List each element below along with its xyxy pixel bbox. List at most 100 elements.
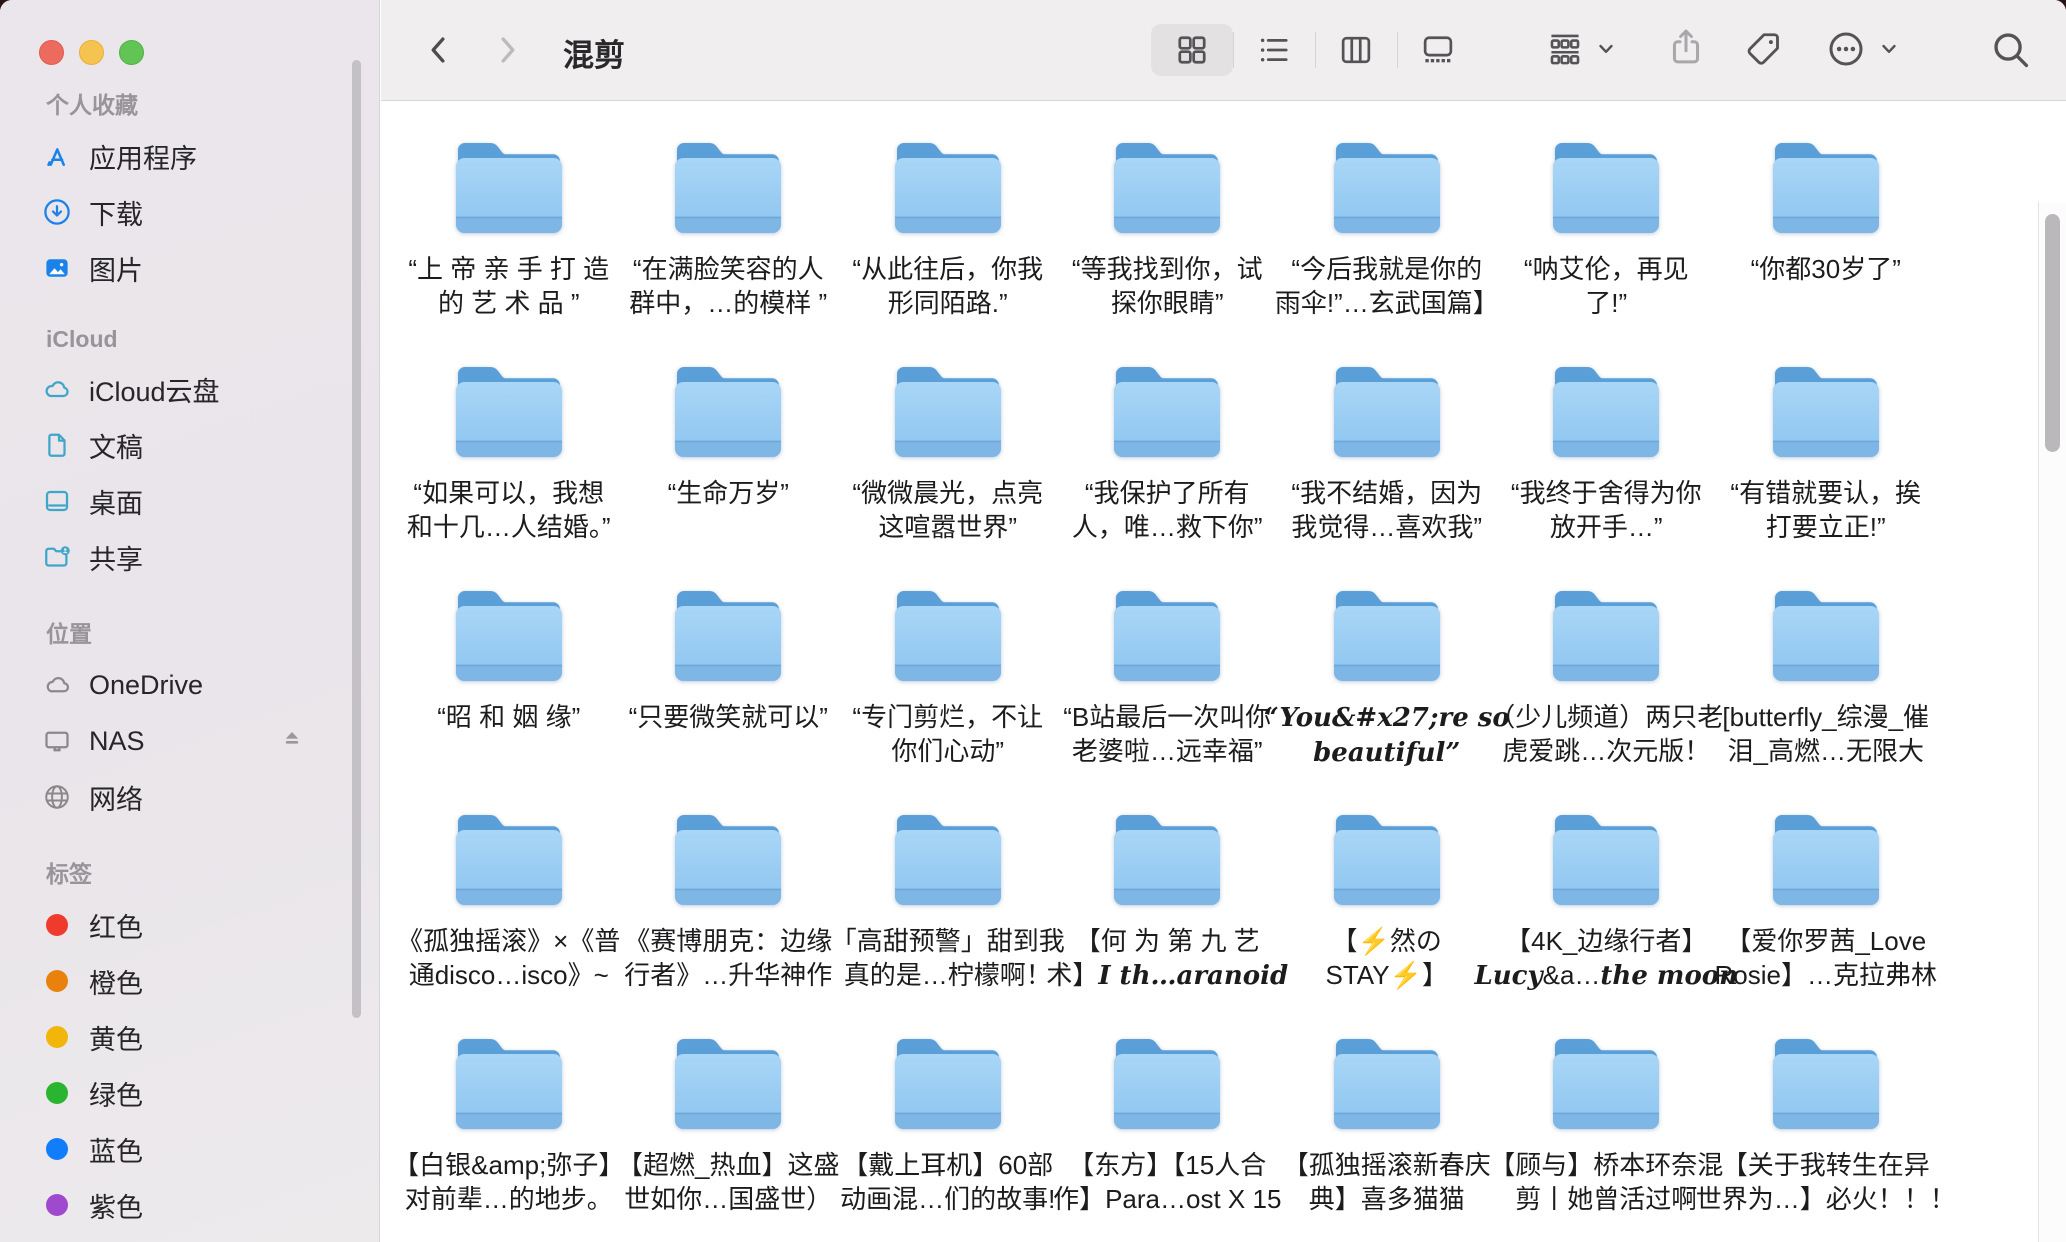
folder-item[interactable]: 【⚡然の STAY⚡】: [1277, 809, 1497, 1033]
folder-item[interactable]: 【爱你罗茜_Love Rosie】…克拉弗林: [1716, 809, 1936, 1033]
folder-item[interactable]: “我保护了所有 人，唯…救下你”: [1058, 361, 1278, 585]
folder-name-label: 《孤独摇滚》×《普 通disco…isco》~: [397, 924, 620, 992]
folder-name-label: 【戴上耳机】60部 动画混…们的故事!: [840, 1148, 1055, 1216]
folder-item[interactable]: “生命万岁”: [619, 361, 839, 585]
search-button[interactable]: [1989, 28, 2033, 77]
back-button[interactable]: [421, 32, 457, 68]
group-icon: [1546, 30, 1584, 73]
sidebar-item-下载[interactable]: 下载: [0, 184, 379, 240]
appstore-icon: [40, 140, 74, 172]
sidebar-item-紫色[interactable]: 紫色: [0, 1177, 379, 1233]
folder-item[interactable]: “我终于舍得为你 放开手…”: [1497, 361, 1717, 585]
share-button[interactable]: [1665, 26, 1707, 73]
sidebar-item-label: 橙色: [89, 962, 143, 1001]
sidebar-item-应用程序[interactable]: 应用程序: [0, 128, 379, 184]
sidebar-item-橙色[interactable]: 橙色: [0, 953, 379, 1009]
sidebar-item-绿色[interactable]: 绿色: [0, 1065, 379, 1121]
sidebar-item-label: 蓝色: [89, 1130, 143, 1169]
group-by-button[interactable]: [1546, 30, 1616, 73]
sidebar-item-iCloud云盘[interactable]: iCloud云盘: [0, 361, 379, 417]
folder-item[interactable]: “在满脸笑容的人 群中，…的模样 ”: [619, 137, 839, 361]
folder-item[interactable]: 【顾与】桥本环奈混 剪丨她曾活过啊: [1497, 1033, 1717, 1242]
view-gallery-button[interactable]: [1397, 24, 1479, 76]
chevron-down-icon: [1879, 39, 1899, 64]
folder-icon: [1109, 809, 1225, 909]
folder-item[interactable]: “微微晨光，点亮 这喧嚣世界”: [838, 361, 1058, 585]
folder-item[interactable]: 《赛博朋克：边缘 行者》…升华神作: [619, 809, 839, 1033]
folder-item[interactable]: “有错就要认，挨 打要立正!”: [1716, 361, 1936, 585]
folder-icon: [1768, 361, 1884, 461]
folder-icon: [1329, 1033, 1445, 1133]
document-icon: [40, 429, 74, 461]
view-columns-button[interactable]: [1315, 24, 1397, 76]
sidebar-item-黄色[interactable]: 黄色: [0, 1009, 379, 1065]
sidebar-item-label: OneDrive: [89, 670, 203, 701]
folder-item[interactable]: “上 帝 亲 手 打 造 的 艺 术 品 ”: [399, 137, 619, 361]
folder-name-label: “我不结婚，因为 我觉得…喜欢我”: [1291, 476, 1482, 544]
folder-item[interactable]: “今后我就是你的 雨伞!”…玄武国篇】: [1277, 137, 1497, 361]
scrollbar-thumb[interactable]: [2045, 214, 2060, 452]
folder-item[interactable]: “我不结婚，因为 我觉得…喜欢我”: [1277, 361, 1497, 585]
folder-icon: [1548, 361, 1664, 461]
folder-item[interactable]: （少儿频道）两只老 虎爱跳…次元版！: [1497, 585, 1717, 809]
folder-item[interactable]: 【孤独摇滚新春庆 典】喜多猫猫: [1277, 1033, 1497, 1242]
close-button[interactable]: [39, 40, 64, 65]
folder-item[interactable]: “从此往后，你我 形同陌路.”: [838, 137, 1058, 361]
folder-item[interactable]: “等我找到你，试 探你眼睛”: [1058, 137, 1278, 361]
folder-item[interactable]: “只要微笑就可以”: [619, 585, 839, 809]
folder-icon: [670, 1033, 786, 1133]
folder-icon: [451, 809, 567, 909]
sidebar-item-蓝色[interactable]: 蓝色: [0, 1121, 379, 1177]
folder-name-label: 【超燃_热血】这盛 世如你…国盛世）: [617, 1148, 839, 1216]
vertical-scrollbar[interactable]: [2038, 202, 2066, 1242]
folder-item[interactable]: “You&#x27;re so beautiful”: [1277, 585, 1497, 809]
folder-item[interactable]: “如果可以，我想 和十几…人结婚。”: [399, 361, 619, 585]
minimize-button[interactable]: [79, 40, 104, 65]
folder-name-label: “你都30岁了”: [1751, 252, 1901, 286]
folder-item[interactable]: 【4K_边缘行者】 Lucy&a…the moon: [1497, 809, 1717, 1033]
eject-icon[interactable]: [279, 727, 305, 756]
folder-icon: [890, 585, 1006, 685]
more-actions-button[interactable]: [1825, 28, 1899, 75]
zoom-button[interactable]: [119, 40, 144, 65]
shared-folder-icon: [40, 541, 74, 573]
sidebar-item-label: NAS: [89, 726, 145, 757]
folder-item[interactable]: “B站最后一次叫你 老婆啦…远幸福”: [1058, 585, 1278, 809]
folder-icon: [1768, 809, 1884, 909]
folder-name-label: “今后我就是你的 雨伞!”…玄武国篇】: [1275, 252, 1499, 320]
folder-item[interactable]: 【白银&amp;弥子】 对前辈…的地步。: [399, 1033, 619, 1242]
folder-item[interactable]: 【何 为 第 九 艺 术】I th…aranoid: [1058, 809, 1278, 1033]
folder-item[interactable]: 【戴上耳机】60部 动画混…们的故事!: [838, 1033, 1058, 1242]
folder-item[interactable]: 「高甜预警」甜到我 真的是…柠檬啊！: [838, 809, 1058, 1033]
folder-item[interactable]: “呐艾伦，再见 了!”: [1497, 137, 1717, 361]
folder-item[interactable]: [butterfly_综漫_催 泪_高燃…无限大: [1716, 585, 1936, 809]
sidebar-item-网络[interactable]: 网络: [0, 769, 379, 825]
folder-item[interactable]: “你都30岁了”: [1716, 137, 1936, 361]
folder-name-label: 【顾与】桥本环奈混 剪丨她曾活过啊: [1489, 1148, 1723, 1216]
view-grid-button[interactable]: [1151, 24, 1233, 76]
icloud-icon: [40, 373, 74, 405]
folder-name-label: “生命万岁”: [668, 476, 789, 510]
tags-button[interactable]: [1743, 28, 1785, 75]
window-title: 混剪: [563, 30, 625, 75]
sidebar-item-label: 共享: [89, 538, 143, 577]
sidebar-item-图片[interactable]: 图片: [0, 240, 379, 296]
sidebar-item-红色[interactable]: 红色: [0, 897, 379, 953]
sidebar-item-NAS[interactable]: NAS: [0, 713, 379, 769]
sidebar-section: 标签红色橙色黄色绿色蓝色紫色: [0, 855, 379, 1233]
sidebar-item-label: 桌面: [89, 482, 143, 521]
folder-item[interactable]: 《孤独摇滚》×《普 通disco…isco》~: [399, 809, 619, 1033]
forward-button[interactable]: [489, 32, 525, 68]
folder-item[interactable]: 【超燃_热血】这盛 世如你…国盛世）: [619, 1033, 839, 1242]
sidebar-item-OneDrive[interactable]: OneDrive: [0, 657, 379, 713]
view-list-button[interactable]: [1233, 24, 1315, 76]
folder-icon: [1109, 361, 1225, 461]
folder-item[interactable]: “专门剪烂，不让 你们心动”: [838, 585, 1058, 809]
folder-item[interactable]: 【东方】【15人合 作】Para…ost X 15: [1058, 1033, 1278, 1242]
sidebar-scrollbar-thumb[interactable]: [352, 60, 361, 1018]
folder-item[interactable]: “昭 和 姻 缘”: [399, 585, 619, 809]
folder-item[interactable]: 【关于我转生在异 世界为…】必火！！！: [1716, 1033, 1936, 1242]
sidebar-item-共享[interactable]: 共享: [0, 529, 379, 585]
sidebar-item-文稿[interactable]: 文稿: [0, 417, 379, 473]
sidebar-item-桌面[interactable]: 桌面: [0, 473, 379, 529]
